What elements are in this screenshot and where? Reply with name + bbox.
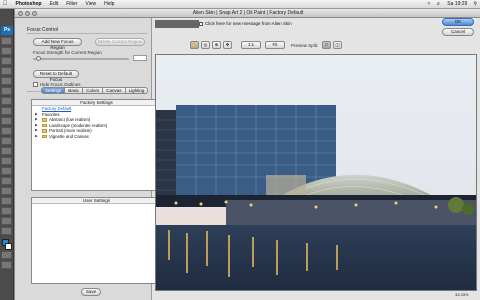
folder-icon — [42, 118, 47, 122]
wand-tool-icon[interactable] — [1, 67, 12, 75]
add-focus-region-button[interactable]: Add New Focus Region — [33, 38, 82, 50]
tab-lighting[interactable]: Lighting — [125, 87, 149, 94]
news-bar: Click here for new message from Alien Sk… — [155, 20, 435, 28]
photoshop-logo: Ps — [1, 26, 13, 35]
save-button[interactable]: Save — [81, 288, 101, 296]
preset-label: Vignette and Canvas — [49, 133, 89, 139]
gradient-tool-icon[interactable] — [1, 147, 12, 155]
factory-settings-list: Factory Settings Factory Default ▶ Favor… — [31, 99, 162, 191]
reset-focus-button[interactable]: Reset to Default Focus — [33, 70, 79, 82]
pen-tool-icon[interactable] — [1, 177, 12, 185]
focus-tool-button[interactable]: ◎ — [201, 41, 210, 49]
zoom-in-button[interactable]: ⊕ — [212, 41, 221, 49]
brush-tool-icon[interactable] — [1, 107, 12, 115]
hide-focus-outlines-checkbox[interactable] — [33, 82, 38, 87]
menu-help[interactable]: Help — [104, 1, 114, 7]
zoom-level: 33.33% — [455, 292, 469, 297]
preset-label: Portrait (more realism) — [49, 128, 92, 133]
preset-item[interactable]: ▶ Vignette and Canvas — [32, 134, 161, 140]
dodge-tool-icon[interactable] — [1, 167, 12, 175]
shape-tool-icon[interactable] — [1, 207, 12, 215]
folder-icon — [42, 123, 47, 128]
quick-mask-icon[interactable] — [1, 251, 12, 259]
volume-icon[interactable]: ♬ — [436, 1, 441, 7]
pan-tool-button[interactable]: ✋ — [190, 41, 199, 49]
tab-settings[interactable]: Settings — [41, 87, 66, 94]
marquee-tool-icon[interactable] — [1, 47, 12, 55]
history-brush-tool-icon[interactable] — [1, 127, 12, 135]
menu-view[interactable]: View — [85, 1, 96, 7]
healing-tool-icon[interactable] — [1, 97, 12, 105]
type-tool-icon[interactable] — [1, 187, 12, 195]
menu-filter[interactable]: Filter — [66, 1, 77, 7]
ok-button[interactable]: OK — [442, 18, 474, 26]
alien-skin-logo — [155, 20, 199, 28]
minimize-window-icon[interactable] — [25, 11, 30, 16]
menu-bar:  Photoshop Edit Filter View Help ≈ ♬ Sa… — [0, 0, 480, 9]
split-view-icon: ◫ — [335, 42, 340, 47]
spotlight-icon[interactable]: ⚲ — [473, 1, 477, 7]
menu-app-name[interactable]: Photoshop — [16, 1, 42, 7]
focus-strength-label: Focus Strength for Current Region — [33, 50, 102, 55]
screen-mode-icon[interactable] — [1, 261, 12, 269]
delete-region-button[interactable]: Delete Current Region — [95, 38, 145, 46]
move-tool-icon[interactable] — [1, 37, 12, 45]
focus-strength-knob[interactable] — [36, 56, 41, 61]
zoom-fit-button[interactable]: Fit — [265, 41, 285, 49]
folder-icon — [42, 134, 47, 139]
apple-icon[interactable]:  — [3, 1, 8, 7]
focus-strength-slider[interactable] — [33, 58, 129, 60]
user-settings-header: User Settings — [32, 198, 161, 204]
preview-photo — [156, 55, 476, 290]
hand-tool-icon[interactable] — [1, 217, 12, 225]
zoom-icon: ⊕ — [214, 42, 219, 47]
cancel-button[interactable]: Cancel — [442, 28, 474, 36]
folder-icon — [42, 129, 47, 133]
photoshop-toolbox: Ps — [0, 9, 14, 300]
stamp-tool-icon[interactable] — [1, 117, 12, 125]
focus-icon: ◎ — [203, 42, 208, 47]
hand-icon: ✋ — [191, 42, 198, 47]
preset-label: Abstract (low realism) — [49, 117, 91, 122]
preview-split-label: Preview Split: — [291, 43, 319, 48]
single-view-icon: □ — [325, 42, 328, 47]
preset-label: Factory Default — [42, 106, 72, 111]
preset-label: Landscape (moderate realism) — [49, 122, 108, 128]
eyedropper-tool-icon[interactable] — [1, 87, 12, 95]
window-titlebar: Alien Skin | Snap Art 2 | Oil Paint | Fa… — [15, 9, 480, 18]
user-settings-list: User Settings — [31, 197, 162, 284]
tab-colors[interactable]: Colors — [83, 87, 104, 94]
wifi-icon[interactable]: ≈ — [428, 1, 431, 7]
tab-basic[interactable]: Basic — [65, 87, 84, 94]
split-side-button[interactable]: ◫ — [333, 41, 342, 49]
close-window-icon[interactable] — [18, 11, 23, 16]
preview-canvas[interactable] — [155, 54, 477, 291]
settings-tabs: Settings Basic Colors Canvas Lighting — [41, 87, 149, 94]
zoom-actual-button[interactable]: 1:1 — [241, 41, 261, 49]
background-color-swatch[interactable] — [5, 243, 12, 250]
zoom-window-icon[interactable] — [32, 11, 37, 16]
window-title: Alien Skin | Snap Art 2 | Oil Paint | Fa… — [192, 10, 304, 16]
blur-tool-icon[interactable] — [1, 157, 12, 165]
news-link[interactable]: Click here for new message from Alien Sk… — [205, 20, 292, 28]
split-single-button[interactable]: □ — [322, 41, 331, 49]
menu-clock[interactable]: Sa 19:29 — [447, 1, 467, 7]
move-button[interactable]: ✥ — [223, 41, 232, 49]
plugin-window: Alien Skin | Snap Art 2 | Oil Paint | Fa… — [14, 9, 480, 300]
move-icon: ✥ — [225, 42, 230, 47]
focus-strength-input[interactable] — [133, 55, 147, 61]
message-icon — [199, 22, 203, 26]
expand-arrow-icon[interactable]: ▶ — [35, 134, 38, 140]
menu-edit[interactable]: Edit — [50, 1, 59, 7]
tab-canvas[interactable]: Canvas — [103, 87, 126, 94]
lasso-tool-icon[interactable] — [1, 57, 12, 65]
path-selection-tool-icon[interactable] — [1, 197, 12, 205]
divider — [27, 33, 147, 34]
eraser-tool-icon[interactable] — [1, 137, 12, 145]
preset-label: Favorites — [42, 111, 60, 117]
zoom-tool-icon[interactable] — [1, 227, 12, 235]
crop-tool-icon[interactable] — [1, 77, 12, 85]
